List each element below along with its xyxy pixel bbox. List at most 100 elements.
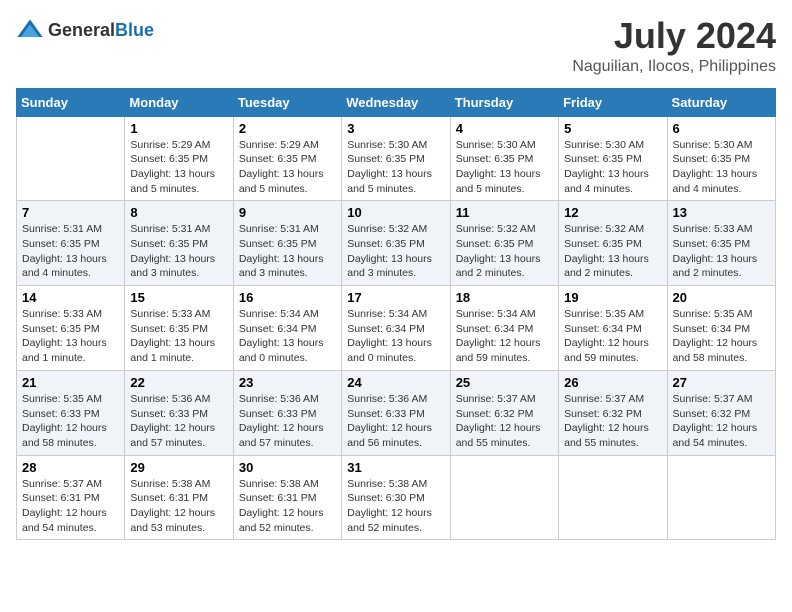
day-cell: 4Sunrise: 5:30 AMSunset: 6:35 PMDaylight… [450,116,558,201]
day-number: 17 [347,290,444,305]
day-info: Sunrise: 5:34 AMSunset: 6:34 PMDaylight:… [239,307,336,366]
week-row-1: 1 Sunrise: 5:29 AMSunset: 6:35 PMDaylight… [17,116,776,201]
day-info: Sunrise: 5:35 AMSunset: 6:33 PMDaylight:… [22,392,119,451]
day-number: 27 [673,375,770,390]
day-cell: 15 Sunrise: 5:33 AMSunset: 6:35 PMDayligh… [125,286,233,371]
day-info: Sunrise: 5:33 AMSunset: 6:35 PMDaylight:… [130,307,227,366]
week-row-3: 14 Sunrise: 5:33 AMSunset: 6:35 PMDayligh… [17,286,776,371]
day-cell: 23Sunrise: 5:36 AMSunset: 6:33 PMDayligh… [233,370,341,455]
day-cell: 18Sunrise: 5:34 AMSunset: 6:34 PMDayligh… [450,286,558,371]
day-cell: 20 Sunrise: 5:35 AMSunset: 6:34 PMDayligh… [667,286,775,371]
day-cell: 19 Sunrise: 5:35 AMSunset: 6:34 PMDayligh… [559,286,667,371]
day-number: 4 [456,121,553,136]
location-title: Naguilian, Ilocos, Philippines [572,58,776,76]
day-info: Sunrise: 5:37 AMSunset: 6:32 PMDaylight:… [673,392,770,451]
column-header-saturday: Saturday [667,88,775,116]
day-number: 13 [673,205,770,220]
day-info: Sunrise: 5:37 AMSunset: 6:31 PMDaylight:… [22,477,119,536]
day-info: Sunrise: 5:32 AMSunset: 6:35 PMDaylight:… [456,222,553,281]
day-cell: 7Sunrise: 5:31 AMSunset: 6:35 PMDaylight… [17,201,125,286]
day-cell: 24Sunrise: 5:36 AMSunset: 6:33 PMDayligh… [342,370,450,455]
day-cell: 16 Sunrise: 5:34 AMSunset: 6:34 PMDayligh… [233,286,341,371]
day-cell: 10 Sunrise: 5:32 AMSunset: 6:35 PMDayligh… [342,201,450,286]
month-title: July 2024 [572,16,776,56]
day-info: Sunrise: 5:37 AMSunset: 6:32 PMDaylight:… [564,392,661,451]
day-number: 26 [564,375,661,390]
day-number: 11 [456,205,553,220]
day-number: 20 [673,290,770,305]
day-number: 22 [130,375,227,390]
day-number: 9 [239,205,336,220]
day-cell: 1 Sunrise: 5:29 AMSunset: 6:35 PMDaylight… [125,116,233,201]
day-cell [17,116,125,201]
day-cell: 9 Sunrise: 5:31 AMSunset: 6:35 PMDaylight… [233,201,341,286]
day-number: 24 [347,375,444,390]
day-cell: 25 Sunrise: 5:37 AMSunset: 6:32 PMDayligh… [450,370,558,455]
day-info: Sunrise: 5:31 AMSunset: 6:35 PMDaylight:… [239,222,336,281]
day-cell: 14Sunrise: 5:33 AMSunset: 6:35 PMDayligh… [17,286,125,371]
day-number: 2 [239,121,336,136]
day-info: Sunrise: 5:29 AMSunset: 6:35 PMDaylight:… [239,138,336,197]
day-info: Sunrise: 5:34 AMSunset: 6:34 PMDaylight:… [347,307,444,366]
day-info: Sunrise: 5:38 AMSunset: 6:30 PMDaylight:… [347,477,444,536]
day-cell: 21Sunrise: 5:35 AMSunset: 6:33 PMDayligh… [17,370,125,455]
day-number: 25 [456,375,553,390]
column-header-monday: Monday [125,88,233,116]
day-info: Sunrise: 5:31 AMSunset: 6:35 PMDaylight:… [130,222,227,281]
day-info: Sunrise: 5:35 AMSunset: 6:34 PMDaylight:… [564,307,661,366]
day-number: 10 [347,205,444,220]
day-number: 1 [130,121,227,136]
day-info: Sunrise: 5:30 AMSunset: 6:35 PMDaylight:… [564,138,661,197]
column-header-sunday: Sunday [17,88,125,116]
day-cell: 26 Sunrise: 5:37 AMSunset: 6:32 PMDayligh… [559,370,667,455]
day-number: 18 [456,290,553,305]
page-header: GeneralBlue July 2024 Naguilian, Ilocos,… [16,16,776,76]
day-cell: 28 Sunrise: 5:37 AMSunset: 6:31 PMDayligh… [17,455,125,540]
day-info: Sunrise: 5:32 AMSunset: 6:35 PMDaylight:… [347,222,444,281]
day-cell: 2 Sunrise: 5:29 AMSunset: 6:35 PMDaylight… [233,116,341,201]
day-number: 30 [239,460,336,475]
day-number: 7 [22,205,119,220]
day-cell [559,455,667,540]
day-number: 16 [239,290,336,305]
day-cell: 27 Sunrise: 5:37 AMSunset: 6:32 PMDayligh… [667,370,775,455]
day-cell: 22 Sunrise: 5:36 AMSunset: 6:33 PMDayligh… [125,370,233,455]
day-number: 31 [347,460,444,475]
calendar-table: SundayMondayTuesdayWednesdayThursdayFrid… [16,88,776,541]
day-info: Sunrise: 5:35 AMSunset: 6:34 PMDaylight:… [673,307,770,366]
day-cell: 3 Sunrise: 5:30 AMSunset: 6:35 PMDaylight… [342,116,450,201]
day-number: 29 [130,460,227,475]
day-number: 19 [564,290,661,305]
day-cell: 29Sunrise: 5:38 AMSunset: 6:31 PMDayligh… [125,455,233,540]
column-header-thursday: Thursday [450,88,558,116]
logo-text-blue: Blue [115,20,154,40]
day-number: 3 [347,121,444,136]
day-cell: 13 Sunrise: 5:33 AMSunset: 6:35 PMDayligh… [667,201,775,286]
day-cell [667,455,775,540]
day-info: Sunrise: 5:30 AMSunset: 6:35 PMDaylight:… [673,138,770,197]
day-number: 23 [239,375,336,390]
day-info: Sunrise: 5:30 AMSunset: 6:35 PMDaylight:… [347,138,444,197]
day-info: Sunrise: 5:37 AMSunset: 6:32 PMDaylight:… [456,392,553,451]
day-cell: 11 Sunrise: 5:32 AMSunset: 6:35 PMDayligh… [450,201,558,286]
day-info: Sunrise: 5:38 AMSunset: 6:31 PMDaylight:… [239,477,336,536]
day-cell [450,455,558,540]
logo-icon [16,16,44,44]
column-header-tuesday: Tuesday [233,88,341,116]
logo-text-general: General [48,20,115,40]
day-info: Sunrise: 5:33 AMSunset: 6:35 PMDaylight:… [673,222,770,281]
header-row: SundayMondayTuesdayWednesdayThursdayFrid… [17,88,776,116]
day-info: Sunrise: 5:32 AMSunset: 6:35 PMDaylight:… [564,222,661,281]
day-info: Sunrise: 5:29 AMSunset: 6:35 PMDaylight:… [130,138,227,197]
week-row-4: 21Sunrise: 5:35 AMSunset: 6:33 PMDayligh… [17,370,776,455]
day-number: 6 [673,121,770,136]
day-number: 12 [564,205,661,220]
day-number: 15 [130,290,227,305]
week-row-2: 7 Sunrise: 5:31 AMSunset: 6:35 PMDaylight… [17,201,776,286]
day-cell: 6 Sunrise: 5:30 AMSunset: 6:35 PMDaylight… [667,116,775,201]
day-info: Sunrise: 5:36 AMSunset: 6:33 PMDaylight:… [130,392,227,451]
day-number: 14 [22,290,119,305]
column-header-friday: Friday [559,88,667,116]
day-number: 28 [22,460,119,475]
day-cell: 12 Sunrise: 5:32 AMSunset: 6:35 PMDayligh… [559,201,667,286]
